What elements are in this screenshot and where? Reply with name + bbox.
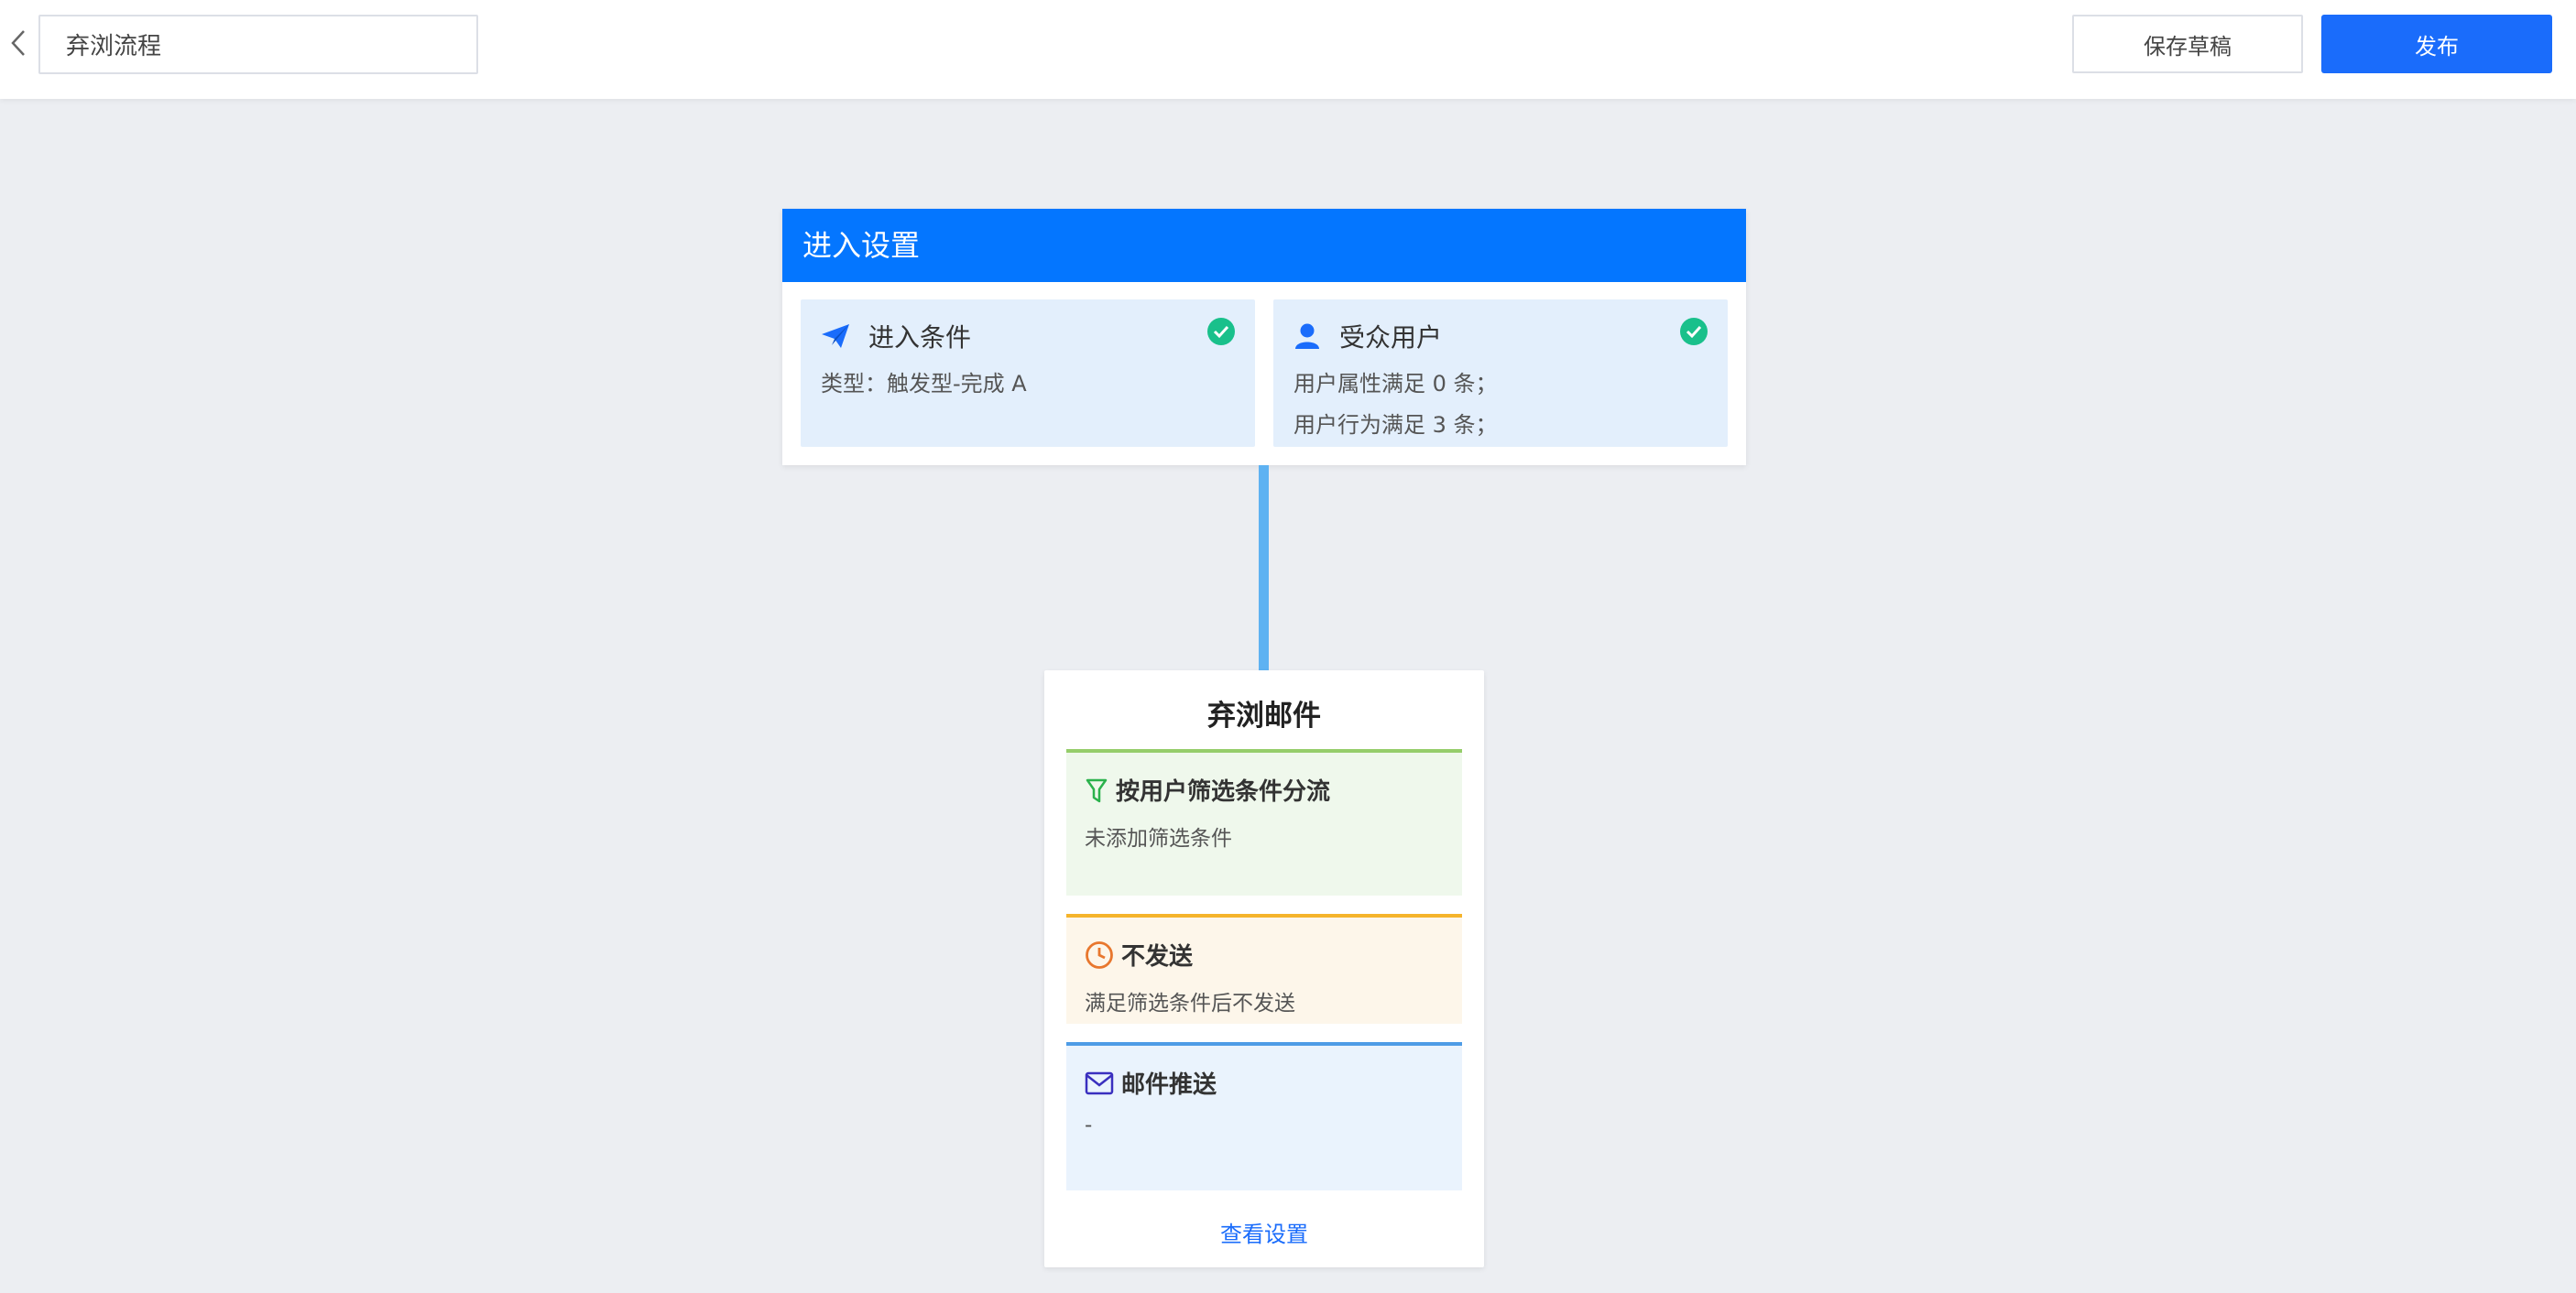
entry-condition-type: 类型：触发型-完成 A	[821, 371, 1027, 397]
entry-condition-label: 进入条件	[868, 322, 972, 353]
entry-settings-card[interactable]: 进入设置 进入条件 类型：触发型-完成 A 受众用户 用户属性满足 0 条； 用…	[782, 209, 1746, 465]
audience-attribute-line: 用户属性满足 0 条；	[1293, 371, 1498, 397]
no-send-step-title: 不发送	[1085, 938, 1193, 972]
entry-condition-title: 进入条件	[821, 318, 971, 354]
save-draft-button[interactable]: 保存草稿	[2072, 15, 2303, 73]
email-node-card[interactable]: 弃浏邮件 按用户筛选条件分流 未添加筛选条件 不发送 满足筛选条件后不发送 邮件…	[1044, 670, 1484, 1267]
no-send-step-label: 不发送	[1121, 943, 1194, 971]
email-push-step-label: 邮件推送	[1121, 1071, 1217, 1099]
chevron-left-icon	[11, 30, 25, 56]
entry-settings-title: 进入设置	[782, 209, 1746, 282]
filter-step[interactable]: 按用户筛选条件分流 未添加筛选条件	[1066, 749, 1462, 896]
filter-step-label: 按用户筛选条件分流	[1116, 778, 1331, 806]
paper-plane-icon	[822, 324, 849, 348]
entry-condition-panel[interactable]: 进入条件 类型：触发型-完成 A	[801, 299, 1255, 447]
audience-behavior-line: 用户行为满足 3 条；	[1293, 412, 1498, 438]
mail-icon	[1085, 1071, 1114, 1094]
no-send-step[interactable]: 不发送 满足筛选条件后不发送	[1066, 914, 1462, 1024]
email-node-title: 弃浏邮件	[1207, 700, 1321, 733]
view-settings-link[interactable]: 查看设置	[1044, 1216, 1484, 1248]
email-push-step-desc: -	[1085, 1114, 1093, 1137]
flow-name-input[interactable]	[38, 15, 478, 74]
clock-icon	[1086, 940, 1113, 969]
audience-panel[interactable]: 受众用户 用户属性满足 0 条； 用户行为满足 3 条；	[1273, 299, 1728, 447]
filter-step-title: 按用户筛选条件分流	[1085, 773, 1330, 807]
filter-icon	[1086, 778, 1108, 802]
no-send-step-desc: 满足筛选条件后不发送	[1085, 992, 1295, 1016]
check-circle-icon	[1207, 318, 1235, 345]
flow-connector-line	[1259, 465, 1269, 670]
user-icon	[1295, 323, 1319, 349]
publish-button[interactable]: 发布	[2321, 15, 2552, 73]
email-push-step[interactable]: 邮件推送 -	[1066, 1042, 1462, 1190]
filter-step-desc: 未添加筛选条件	[1085, 827, 1232, 851]
check-circle-icon	[1680, 318, 1708, 345]
back-button[interactable]	[5, 29, 33, 57]
audience-label: 受众用户	[1339, 322, 1443, 353]
top-bar: 保存草稿 发布	[0, 0, 2576, 99]
audience-title: 受众用户	[1293, 318, 1442, 354]
email-push-step-title: 邮件推送	[1085, 1066, 1217, 1100]
